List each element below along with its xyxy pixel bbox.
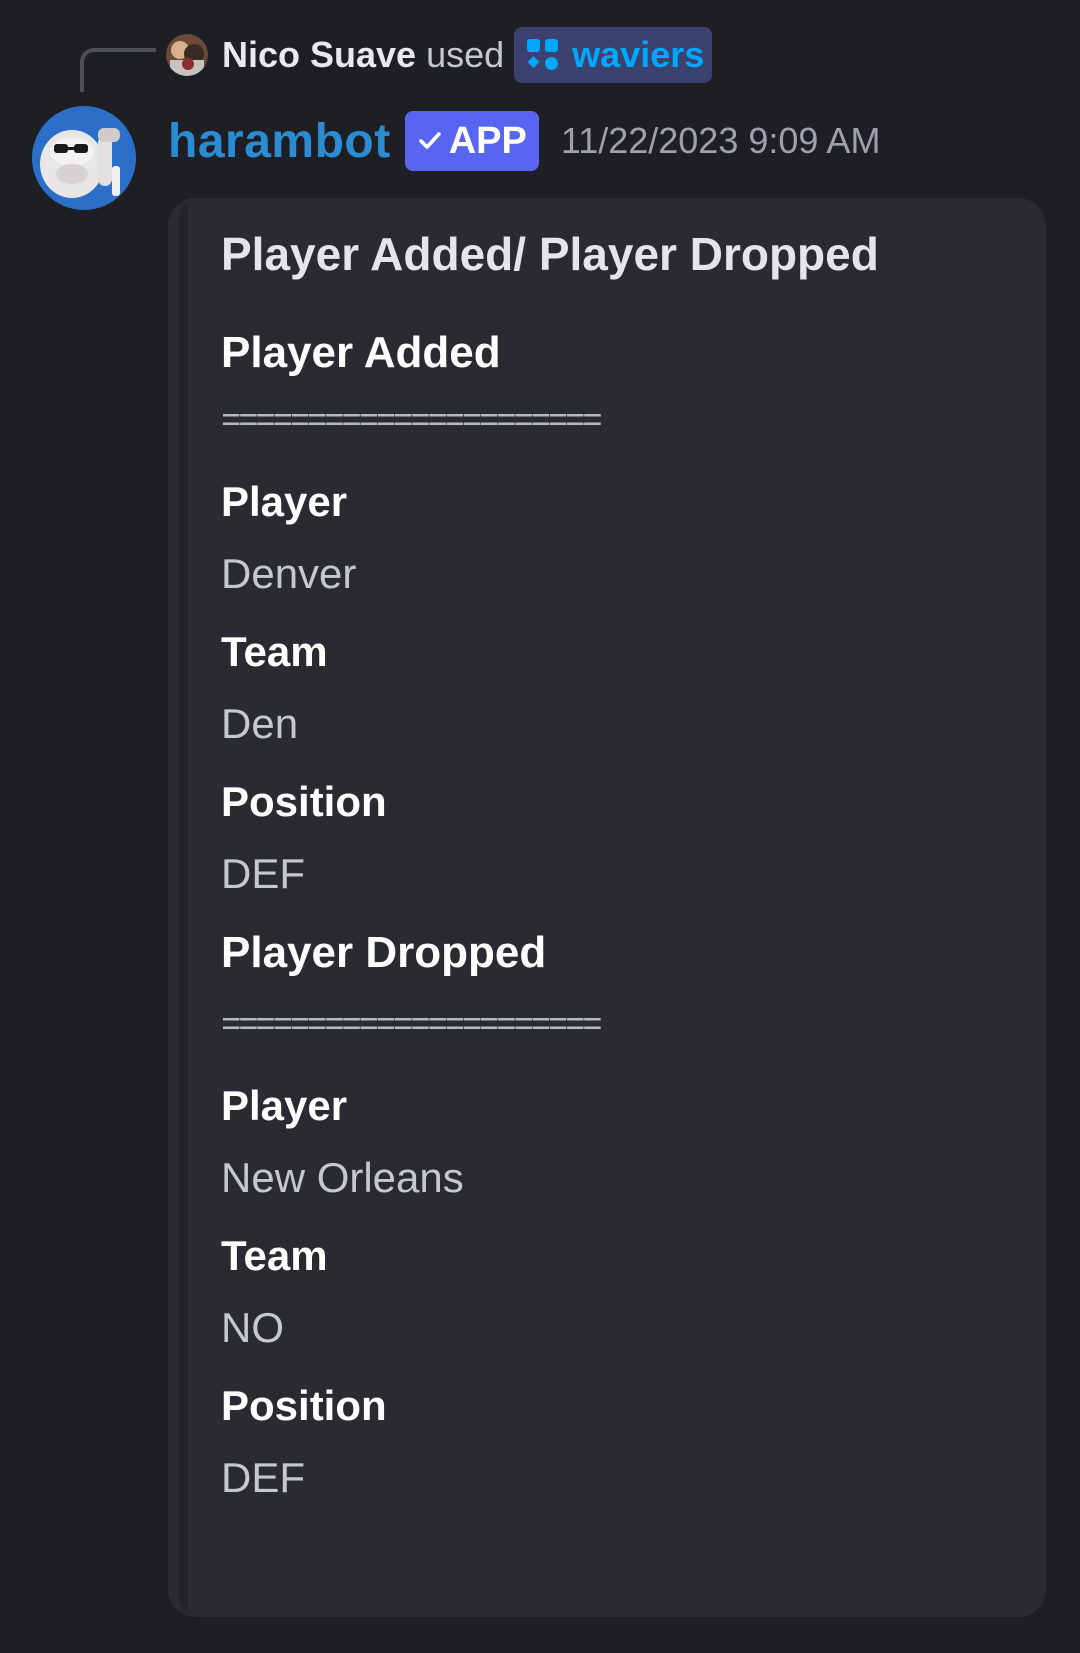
bot-avatar[interactable] [32, 106, 136, 210]
divider-dropped: ====================== [221, 1008, 603, 1046]
message-timestamp[interactable]: 11/22/2023 9:09 AM [561, 120, 881, 162]
embed-card: Player Added/ Player Dropped Player Adde… [168, 198, 1046, 1617]
command-name: waviers [572, 34, 705, 75]
reply-used-text: used [426, 34, 505, 75]
field-value-dropped-team: NO [221, 1304, 284, 1351]
field-value-added-player: Denver [221, 550, 357, 597]
bot-username[interactable]: harambot [168, 114, 391, 169]
command-reply-line[interactable]: Nico Suave used waviers [166, 26, 713, 84]
message-header: harambot APP 11/22/2023 9:09 AM [168, 110, 880, 172]
message-container: Nico Suave used waviers harambot APP 11/… [0, 0, 1080, 1653]
checkmark-icon [418, 132, 441, 149]
app-badge[interactable]: APP [404, 111, 539, 171]
reply-connector-line [80, 48, 156, 92]
field-value-dropped-player: New Orleans [221, 1154, 464, 1201]
embed-title: Player Added/ Player Dropped [221, 228, 879, 280]
field-name-dropped-position: Position [221, 1382, 387, 1429]
field-name-added-team: Team [221, 628, 328, 675]
field-name-added-position: Position [221, 778, 387, 825]
field-name-dropped-team: Team [221, 1232, 328, 1279]
field-value-dropped-position: DEF [221, 1454, 305, 1501]
app-badge-label: APP [448, 119, 527, 162]
embed-accent-bar [178, 198, 188, 1617]
user-avatar[interactable] [166, 34, 208, 76]
field-value-added-team: Den [221, 700, 299, 747]
section-heading-dropped: Player Dropped [221, 928, 547, 977]
app-command-icon [527, 39, 559, 70]
embed-body: Player Added/ Player Dropped Player Adde… [221, 222, 1026, 1508]
reply-username[interactable]: Nico Suave [222, 34, 416, 76]
field-name-dropped-player: Player [221, 1082, 348, 1129]
divider-added: ====================== [221, 404, 603, 442]
field-name-added-player: Player [221, 478, 348, 525]
slash-command-pill[interactable]: waviers [514, 27, 713, 83]
section-heading-added: Player Added [221, 328, 501, 377]
field-value-added-position: DEF [221, 850, 305, 897]
